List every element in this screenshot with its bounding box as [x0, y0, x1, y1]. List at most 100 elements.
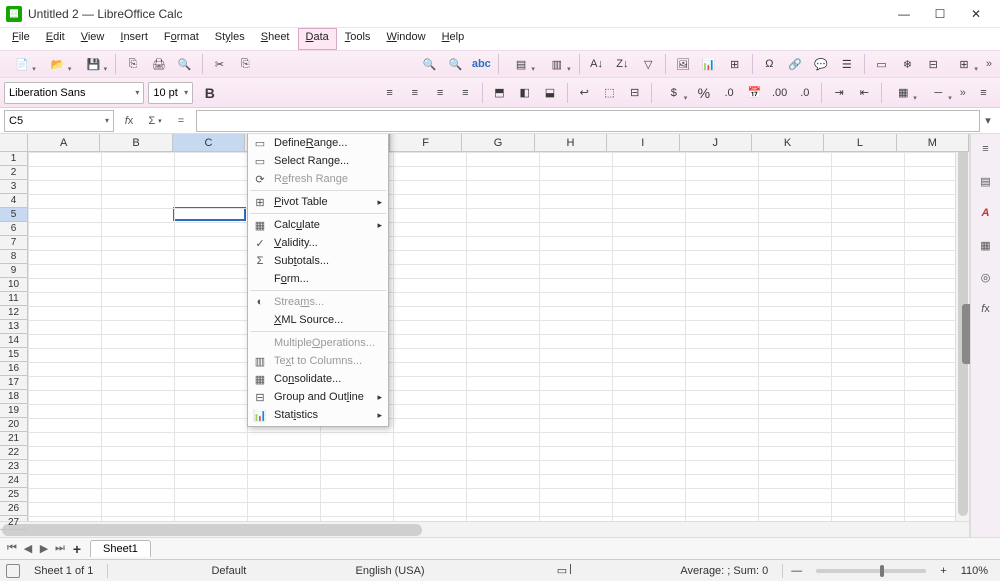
zoom-level[interactable]: 110%: [955, 565, 994, 577]
formula-input[interactable]: [196, 110, 980, 132]
formula-button[interactable]: =: [170, 110, 192, 132]
row-header[interactable]: 15: [0, 348, 27, 362]
column-header[interactable]: H: [535, 134, 607, 151]
close-button[interactable]: ✕: [958, 2, 994, 26]
save-status-icon[interactable]: [6, 564, 20, 578]
row-header[interactable]: 12: [0, 306, 27, 320]
status-summary[interactable]: Average: ; Sum: 0: [674, 565, 774, 577]
merge-cells-button[interactable]: ⬚: [598, 81, 621, 105]
sidebar-styles-button[interactable]: A: [975, 202, 997, 224]
decrease-indent-button[interactable]: ⇤: [853, 81, 876, 105]
column-header[interactable]: M: [897, 134, 969, 151]
row-header[interactable]: 18: [0, 390, 27, 404]
date-button[interactable]: 📅: [743, 81, 766, 105]
autofilter-button[interactable]: ▽: [636, 52, 660, 76]
number-button[interactable]: .0: [717, 81, 740, 105]
row-header[interactable]: 1: [0, 152, 27, 166]
sidebar-gutter-handle[interactable]: [962, 304, 970, 364]
new-button[interactable]: 📄: [5, 52, 39, 76]
cut-button[interactable]: ✂: [208, 52, 232, 76]
add-decimal-button[interactable]: .00: [768, 81, 791, 105]
status-selection-mode[interactable]: ▭: [551, 564, 577, 577]
align-bottom-button[interactable]: ⬓: [538, 81, 561, 105]
row-header[interactable]: 14: [0, 334, 27, 348]
define-print-area-button[interactable]: ▭: [870, 52, 894, 76]
tab-prev-button[interactable]: ◀: [20, 542, 36, 555]
row-button[interactable]: ▤: [504, 52, 538, 76]
row-header[interactable]: 5: [0, 208, 27, 222]
menu-item-pivot-table[interactable]: ⊞Pivot Table▸: [248, 193, 388, 211]
comment-button[interactable]: 💬: [809, 52, 833, 76]
status-language[interactable]: English (USA): [350, 565, 431, 577]
insert-chart-button[interactable]: 📊: [697, 52, 721, 76]
font-name-combo[interactable]: Liberation Sans▾: [4, 82, 144, 104]
row-header[interactable]: 23: [0, 460, 27, 474]
column-header[interactable]: A: [28, 134, 100, 151]
column-header[interactable]: L: [824, 134, 896, 151]
tab-first-button[interactable]: ⏮: [4, 542, 20, 555]
menu-file[interactable]: File: [4, 28, 38, 50]
window-split-button[interactable]: ⊞: [947, 52, 981, 76]
split-button[interactable]: ⊟: [921, 52, 945, 76]
unmerge-cells-button[interactable]: ⊟: [623, 81, 646, 105]
status-insert-mode[interactable]: [528, 565, 543, 577]
formula-expand-button[interactable]: ▾: [980, 114, 996, 127]
column-header[interactable]: B: [100, 134, 172, 151]
border-style-button[interactable]: ─: [922, 81, 955, 105]
row-header[interactable]: 20: [0, 418, 27, 432]
percent-button[interactable]: %: [692, 81, 715, 105]
menu-item-xml-source[interactable]: XML Source...: [248, 311, 388, 329]
row-header[interactable]: 16: [0, 362, 27, 376]
print-button[interactable]: 🖨: [147, 52, 171, 76]
column-button[interactable]: ▥: [540, 52, 574, 76]
align-center-button[interactable]: ≡: [403, 81, 426, 105]
menu-item-subtotals[interactable]: ΣSubtotals...: [248, 252, 388, 270]
row-header[interactable]: 17: [0, 376, 27, 390]
menu-sheet[interactable]: Sheet: [253, 28, 298, 50]
insert-image-button[interactable]: 🖼: [671, 52, 695, 76]
menu-styles[interactable]: Styles: [207, 28, 253, 50]
row-header[interactable]: 2: [0, 166, 27, 180]
column-header[interactable]: J: [680, 134, 752, 151]
zoom-slider[interactable]: [816, 569, 926, 573]
minimize-button[interactable]: —: [886, 2, 922, 26]
sidebar-navigator-button[interactable]: ◎: [975, 266, 997, 288]
copy-button[interactable]: ⎘: [233, 52, 257, 76]
row-header[interactable]: 6: [0, 222, 27, 236]
sidebar-properties-button[interactable]: ▤: [975, 170, 997, 192]
tab-next-button[interactable]: ▶: [36, 542, 52, 555]
menu-item-group-outline[interactable]: ⊟Group and Outline▸: [248, 388, 388, 406]
sidebar-toggle-button[interactable]: ≡: [972, 81, 995, 105]
wrap-text-button[interactable]: ↩: [573, 81, 596, 105]
export-pdf-button[interactable]: ⎘: [121, 52, 145, 76]
name-box[interactable]: C5 ▾: [4, 110, 114, 132]
column-header[interactable]: I: [607, 134, 679, 151]
menu-item-consolidate[interactable]: ▦Consolidate...: [248, 370, 388, 388]
spellcheck-button[interactable]: abc: [469, 52, 493, 76]
toolbar-overflow[interactable]: »: [982, 58, 996, 70]
pivot-button[interactable]: ⊞: [723, 52, 747, 76]
row-header[interactable]: 7: [0, 236, 27, 250]
sidebar-settings-button[interactable]: ≡: [975, 138, 997, 160]
currency-button[interactable]: $: [657, 81, 690, 105]
insert-special-button[interactable]: Ω: [757, 52, 781, 76]
align-left-button[interactable]: ≡: [378, 81, 401, 105]
column-headers[interactable]: ABCDEFGHIJKLM: [28, 134, 969, 152]
row-header[interactable]: 19: [0, 404, 27, 418]
bold-button[interactable]: B: [198, 81, 221, 105]
headers-footers-button[interactable]: ☰: [835, 52, 859, 76]
sum-button[interactable]: Σ ▾: [144, 110, 166, 132]
menu-data[interactable]: Data: [298, 28, 337, 50]
column-header[interactable]: C: [173, 134, 245, 151]
horizontal-scrollbar[interactable]: [0, 521, 969, 537]
row-header[interactable]: 21: [0, 432, 27, 446]
row-header[interactable]: 22: [0, 446, 27, 460]
column-header[interactable]: G: [462, 134, 534, 151]
open-button[interactable]: 📂: [41, 52, 75, 76]
menu-view[interactable]: View: [73, 28, 113, 50]
menu-item-calculate[interactable]: ▦Calculate▸: [248, 216, 388, 234]
align-justify-button[interactable]: ≡: [454, 81, 477, 105]
menu-insert[interactable]: Insert: [112, 28, 156, 50]
sort-desc-button[interactable]: Z↓: [610, 52, 634, 76]
find-button[interactable]: 🔍: [418, 52, 442, 76]
